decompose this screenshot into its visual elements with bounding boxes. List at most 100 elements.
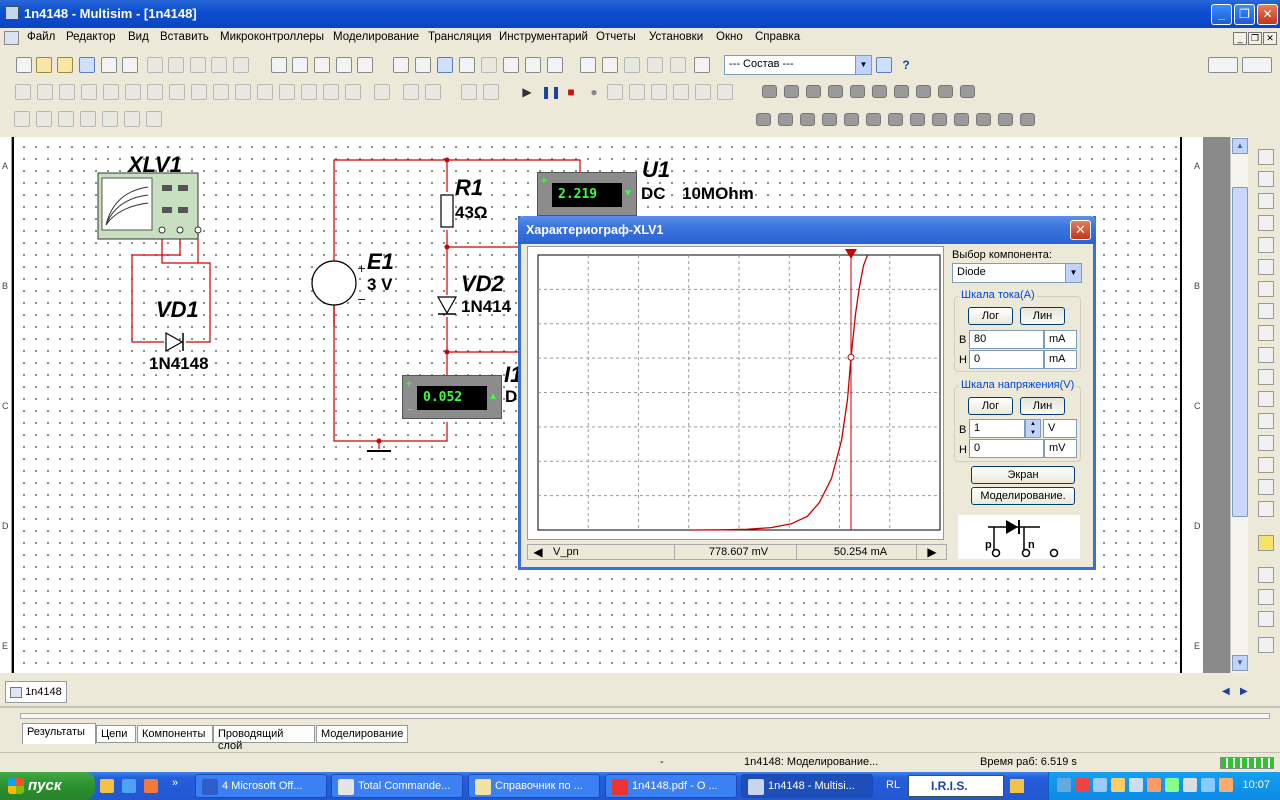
chevron-down-icon[interactable]: ▼ — [1065, 264, 1081, 282]
stop-simulation-icon[interactable]: ■ — [563, 84, 579, 100]
oscilloscope-icon[interactable] — [1258, 215, 1274, 231]
breadboard-icon[interactable] — [525, 57, 541, 73]
iris-toolbar[interactable]: I.R.I.S. — [908, 775, 1004, 797]
postprocessor-icon[interactable] — [580, 57, 596, 73]
virtual-instrument-9-icon[interactable] — [938, 85, 953, 98]
instrument-11-icon[interactable] — [976, 113, 991, 126]
tab-scroll-left-icon[interactable]: ◀ — [1222, 686, 1230, 697]
grapher-icon[interactable] — [547, 57, 563, 73]
zoom-fit-icon[interactable] — [357, 57, 373, 73]
virtual-misc-icon[interactable] — [124, 111, 140, 127]
virtual-power-icon[interactable] — [146, 111, 162, 127]
print-icon[interactable] — [101, 57, 117, 73]
task-total-commander[interactable]: Total Commande... — [331, 774, 463, 798]
chevron-down-icon[interactable]: ▼ — [855, 56, 871, 74]
instrument-6-icon[interactable] — [866, 113, 881, 126]
power-icon[interactable] — [1201, 778, 1215, 792]
task-multisim[interactable]: 1n4148 - Multisi... — [741, 774, 873, 798]
scroll-thumb[interactable] — [1232, 187, 1248, 517]
step-into-icon[interactable] — [607, 84, 623, 100]
redo-icon[interactable] — [233, 57, 249, 73]
menu-reports[interactable]: Отчеты — [596, 31, 636, 43]
frequency-counter-icon[interactable] — [1258, 281, 1274, 297]
in-use-list-icon[interactable] — [694, 57, 710, 73]
pause-panel-icon[interactable] — [1242, 57, 1272, 73]
voltage-top-unit[interactable]: V — [1043, 419, 1077, 438]
remove-breakpoints-icon[interactable] — [717, 84, 733, 100]
document-icon[interactable] — [4, 31, 19, 45]
current-top-unit[interactable]: mA — [1044, 330, 1077, 349]
save-icon[interactable] — [79, 57, 95, 73]
basic-component-icon[interactable] — [37, 84, 53, 100]
align-right-icon[interactable] — [483, 84, 499, 100]
task-help-reference[interactable]: Справочник по ... — [468, 774, 600, 798]
updates-icon[interactable] — [1147, 778, 1161, 792]
tab-copper-layers[interactable]: Проводящий слой — [213, 725, 315, 752]
scroll-down-icon[interactable]: ▼ — [1232, 655, 1248, 671]
align-left-icon[interactable] — [461, 84, 477, 100]
cursor-right-icon[interactable]: ▶ — [923, 545, 941, 559]
menu-view[interactable]: Вид — [128, 31, 149, 43]
forward-annotate-icon[interactable] — [670, 57, 686, 73]
menu-file[interactable]: Файл — [27, 31, 55, 43]
quicklaunch-folder-icon[interactable] — [100, 779, 114, 793]
task-pdf[interactable]: 1n4148.pdf - O ... — [605, 774, 737, 798]
erc-icon[interactable] — [602, 57, 618, 73]
tab-results[interactable]: Результаты — [22, 723, 96, 744]
mixed-component-icon[interactable] — [191, 84, 207, 100]
tab-components[interactable]: Компоненты — [137, 725, 213, 743]
bode-plotter-icon[interactable] — [1258, 259, 1274, 275]
agilent-generator-icon[interactable] — [1258, 457, 1274, 473]
transistor-component-icon[interactable] — [81, 84, 97, 100]
cmos-component-icon[interactable] — [147, 84, 163, 100]
instrument-9-icon[interactable] — [932, 113, 947, 126]
zoom-out-icon[interactable] — [314, 57, 330, 73]
menu-window[interactable]: Окно — [716, 31, 743, 43]
zoom-area-icon[interactable] — [336, 57, 352, 73]
zoom-in-icon[interactable] — [292, 57, 308, 73]
component-select[interactable]: Diode ▼ — [952, 263, 1082, 283]
undo-icon[interactable] — [211, 57, 227, 73]
mdi-minimize-icon[interactable]: _ — [1233, 32, 1247, 45]
dialog-title-bar[interactable]: Характериограф-XLV1 ✕ — [518, 216, 1096, 244]
quicklaunch-more-icon[interactable]: » — [172, 777, 178, 789]
pause-simulation-icon[interactable]: ❚❚ — [541, 84, 561, 100]
peripheral-component-icon[interactable] — [279, 84, 295, 100]
virtual-measurement-icon[interactable] — [102, 111, 118, 127]
back-annotate-icon[interactable] — [624, 57, 640, 73]
menu-microcontrollers[interactable]: Микроконтроллеры — [220, 31, 324, 43]
instrument-8-icon[interactable] — [910, 113, 925, 126]
multisim-app-icon[interactable] — [5, 6, 19, 20]
voltage-stepper-icon[interactable]: ▲ ▼ — [1025, 419, 1041, 438]
design-toolbox-icon[interactable] — [437, 57, 453, 73]
simulate-param-button[interactable]: Моделирование. — [971, 487, 1075, 505]
task-word[interactable]: 4 Microsoft Off... — [195, 774, 327, 798]
virtual-instrument-3-icon[interactable] — [806, 85, 821, 98]
virtual-instrument-4-icon[interactable] — [828, 85, 843, 98]
copy-icon[interactable] — [168, 57, 184, 73]
transfer-ultiboard-icon[interactable] — [647, 57, 663, 73]
virtual-instrument-7-icon[interactable] — [894, 85, 909, 98]
voltage-lin-button[interactable]: Лин — [1020, 397, 1065, 415]
logic-analyzer-icon[interactable] — [1258, 325, 1274, 341]
document-tab[interactable]: 1n4148 — [5, 681, 67, 703]
panel-splitter[interactable] — [0, 706, 1280, 708]
start-button[interactable]: пуск — [0, 772, 95, 800]
virtual-instrument-1-icon[interactable] — [762, 85, 777, 98]
virtual-transistor-icon[interactable] — [80, 111, 96, 127]
spreadsheet-view-icon[interactable] — [415, 57, 431, 73]
volume-icon[interactable] — [1183, 778, 1197, 792]
run-to-cursor-icon[interactable] — [673, 84, 689, 100]
distortion-analyzer-icon[interactable] — [1258, 391, 1274, 407]
open-folder-icon[interactable] — [36, 57, 52, 73]
tab-simulation[interactable]: Моделирование — [316, 725, 408, 743]
four-channel-oscilloscope-icon[interactable] — [1258, 237, 1274, 253]
wattmeter-icon[interactable] — [1258, 193, 1274, 209]
virtual-instrument-10-icon[interactable] — [960, 85, 975, 98]
menu-help[interactable]: Справка — [755, 31, 800, 43]
word-generator-icon[interactable] — [1258, 303, 1274, 319]
security-icon[interactable] — [1219, 778, 1233, 792]
cut-icon[interactable] — [147, 57, 163, 73]
close-icon[interactable]: ✕ — [1257, 4, 1278, 25]
ammeter-i1[interactable]: + 0.052 ▲ − — [402, 375, 502, 419]
